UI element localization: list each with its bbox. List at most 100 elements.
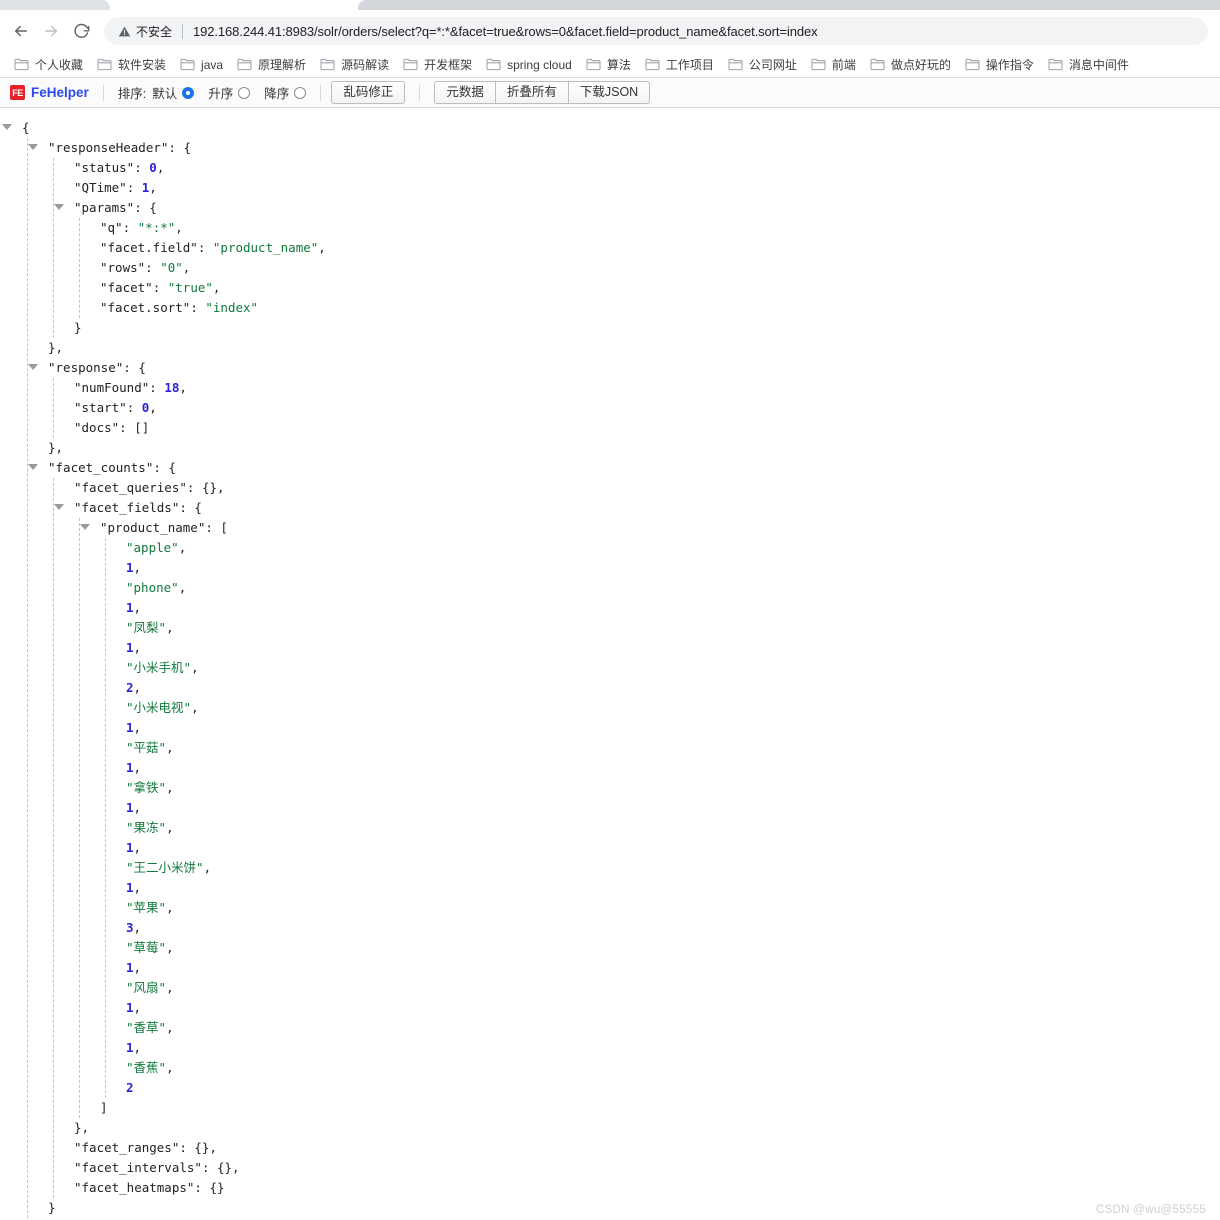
json-line: } xyxy=(0,318,1220,338)
sort-option-desc-label: 降序 xyxy=(264,87,290,101)
radio-asc[interactable] xyxy=(238,86,251,99)
json-token-str: "product_name" xyxy=(212,240,319,255)
action-button-group: 元数据 折叠所有 下载JSON xyxy=(434,81,651,104)
folder-icon-wrap xyxy=(1048,58,1063,71)
json-line: "小米电视", xyxy=(0,698,1220,718)
json-token-str: "风扇" xyxy=(126,980,167,995)
tab-ghost-active[interactable] xyxy=(358,0,1220,10)
json-token-pun: , xyxy=(166,900,174,915)
bookmark-item[interactable]: 消息中间件 xyxy=(1042,53,1137,76)
bookmark-item[interactable]: 软件安装 xyxy=(91,53,174,76)
json-token-num: 1 xyxy=(126,1000,134,1015)
sort-option-default-label: 默认 xyxy=(152,87,178,101)
bookmark-item[interactable]: 操作指令 xyxy=(959,53,1042,76)
json-token-pun: : xyxy=(197,240,213,255)
json-line-text: 1, xyxy=(126,758,141,778)
json-token-pun: } xyxy=(48,1200,56,1215)
bookmark-item[interactable]: 公司网址 xyxy=(722,53,805,76)
download-json-button[interactable]: 下载JSON xyxy=(568,81,651,104)
json-token-str: "香蕉" xyxy=(126,1060,167,1075)
bookmark-item[interactable]: 个人收藏 xyxy=(8,53,91,76)
json-token-num: 1 xyxy=(126,960,134,975)
back-button[interactable] xyxy=(6,16,36,46)
bookmark-label: java xyxy=(201,57,224,72)
json-line-text: "q": "*:*", xyxy=(100,218,183,238)
json-line-text: "果冻", xyxy=(126,818,174,838)
collapse-triangle-icon[interactable] xyxy=(28,464,38,473)
json-line: 1, xyxy=(0,638,1220,658)
json-token-pun: : {}, xyxy=(201,1160,240,1175)
bookmark-label: 做点好玩的 xyxy=(890,58,951,72)
folder-icon xyxy=(237,58,252,71)
json-line: "草莓", xyxy=(0,938,1220,958)
json-line-text: "facet_ranges": {}, xyxy=(74,1138,217,1158)
bookmark-item[interactable]: 算法 xyxy=(580,53,639,76)
json-token-pun: , xyxy=(133,1000,142,1015)
bookmark-item[interactable]: java xyxy=(174,55,231,75)
json-line-text: "facet_queries": {}, xyxy=(74,478,225,498)
collapse-triangle-icon[interactable] xyxy=(54,504,64,513)
json-token-k: "facet_queries" xyxy=(74,480,187,495)
json-token-pun: , xyxy=(166,780,174,795)
bookmark-item[interactable]: 原理解析 xyxy=(231,53,314,76)
bookmark-label: spring cloud xyxy=(507,57,572,72)
json-line: 1, xyxy=(0,878,1220,898)
sort-option-desc[interactable]: 降序 xyxy=(264,83,307,102)
forward-arrow-icon xyxy=(45,25,57,37)
bookmark-item[interactable]: 工作项目 xyxy=(639,53,722,76)
json-token-pun: , xyxy=(166,1020,174,1035)
warning-triangle-icon xyxy=(118,26,131,36)
metadata-button[interactable]: 元数据 xyxy=(434,81,496,104)
radio-default[interactable] xyxy=(182,86,195,99)
json-line: "风扇", xyxy=(0,978,1220,998)
json-token-k: "params" xyxy=(74,200,135,215)
radio-desc[interactable] xyxy=(294,86,307,99)
json-token-pun: : xyxy=(149,380,165,395)
json-token-k: "facet" xyxy=(100,280,153,295)
fix-encoding-button[interactable]: 乱码修正 xyxy=(331,81,406,104)
folder-icon-wrap xyxy=(237,58,252,71)
json-line-text: "facet_fields": { xyxy=(74,498,202,518)
fehelper-toolbar: FE FeHelper 排序: 默认 升序 降序 乱码修正 元数据 折叠所有 下… xyxy=(0,78,1220,108)
collapse-all-button[interactable]: 折叠所有 xyxy=(495,81,569,104)
collapse-triangle-icon[interactable] xyxy=(28,364,38,373)
json-token-pun: : xyxy=(126,180,142,195)
fehelper-badge-icon: FE xyxy=(10,85,25,100)
json-line: "凤梨", xyxy=(0,618,1220,638)
bookmark-label: 软件安装 xyxy=(118,58,167,72)
address-bar[interactable]: 不安全 192.168.244.41:8983/solr/orders/sele… xyxy=(104,17,1208,45)
json-line-text: "平菇", xyxy=(126,738,174,758)
json-line: "apple", xyxy=(0,538,1220,558)
json-line: "numFound": 18, xyxy=(0,378,1220,398)
collapse-triangle-icon[interactable] xyxy=(2,124,12,133)
json-token-str: "凤梨" xyxy=(126,620,167,635)
json-token-num: 2 xyxy=(126,680,134,695)
json-token-pun: : { xyxy=(179,500,202,515)
security-status[interactable]: 不安全 xyxy=(118,23,172,40)
json-line-text: "rows": "0", xyxy=(100,258,190,278)
bookmark-item[interactable]: 源码解读 xyxy=(314,53,397,76)
json-token-pun: ] xyxy=(100,1100,108,1115)
sort-option-default[interactable]: 默认 xyxy=(152,83,195,102)
collapse-triangle-icon[interactable] xyxy=(28,144,38,153)
json-token-pun: : xyxy=(134,160,150,175)
bookmark-item[interactable]: 前端 xyxy=(805,53,864,76)
json-line: "q": "*:*", xyxy=(0,218,1220,238)
json-token-pun: , xyxy=(149,180,157,195)
bookmark-item[interactable]: spring cloud xyxy=(480,55,580,75)
json-token-pun: , xyxy=(166,820,174,835)
json-token-num: 1 xyxy=(126,640,134,655)
reload-button[interactable] xyxy=(66,16,96,46)
json-token-pun: , xyxy=(203,860,212,875)
json-line: "小米手机", xyxy=(0,658,1220,678)
bookmark-item[interactable]: 开发框架 xyxy=(397,53,480,76)
bookmark-item[interactable]: 做点好玩的 xyxy=(864,53,959,76)
collapse-triangle-icon[interactable] xyxy=(80,524,90,533)
forward-button[interactable] xyxy=(36,16,66,46)
fehelper-logo[interactable]: FE FeHelper xyxy=(10,85,89,100)
json-token-str: "phone" xyxy=(126,580,179,595)
tab-ghost-1[interactable] xyxy=(0,0,110,10)
json-line-text: "response": { xyxy=(48,358,146,378)
collapse-triangle-icon[interactable] xyxy=(54,204,64,213)
sort-option-asc[interactable]: 升序 xyxy=(208,83,251,102)
